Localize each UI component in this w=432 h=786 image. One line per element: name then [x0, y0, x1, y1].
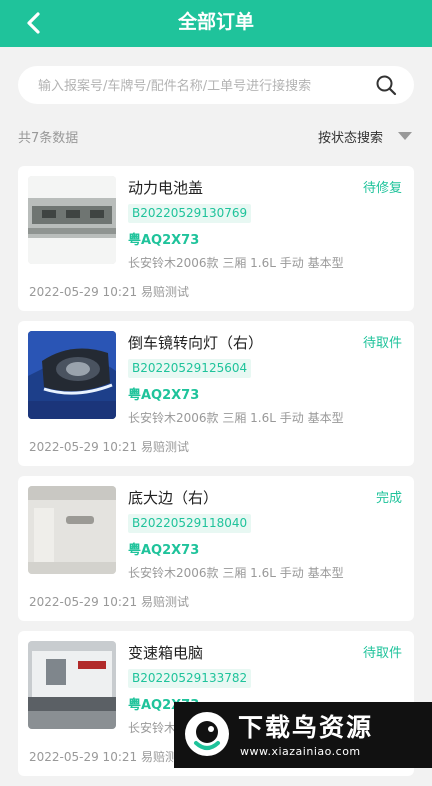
search-box — [18, 66, 414, 106]
page-title: 全部订单 — [177, 11, 254, 33]
license-plate: 粤AQ2X73 — [128, 543, 200, 558]
status-badge: 待修复 — [362, 181, 402, 196]
status-filter-button[interactable]: 按状态搜索 — [318, 127, 383, 146]
search-section — [0, 47, 432, 117]
bird-logo-icon — [185, 712, 229, 756]
order-date: 2022-05-29 10:21 易赔测试 — [29, 595, 189, 609]
status-badge: 完成 — [375, 491, 402, 506]
part-name: 动力电池盖 — [128, 179, 204, 197]
header-bar: 全部订单 — [0, 0, 432, 47]
part-photo — [28, 486, 116, 574]
license-plate: 粤AQ2X73 — [128, 388, 200, 403]
order-date: 2022-05-29 10:21 易赔测试 — [29, 750, 189, 764]
part-photo — [28, 331, 116, 419]
search-input[interactable] — [36, 66, 370, 106]
caret-down-icon[interactable] — [398, 131, 412, 141]
vehicle-model: 长安铃木2006款 三厢 1.6L 手动 基本型 — [128, 256, 344, 270]
order-number: B20220529118040 — [128, 514, 252, 533]
part-name: 倒车镜转向灯（右） — [128, 334, 264, 352]
order-card[interactable]: 底大边（右） 完成 B20220529118040 粤AQ2X73 长安铃木20… — [18, 476, 414, 621]
order-date: 2022-05-29 10:21 易赔测试 — [29, 440, 189, 454]
order-list: 动力电池盖 待修复 B20220529130769 粤AQ2X73 长安铃木20… — [18, 166, 414, 786]
order-number: B20220529125604 — [128, 359, 252, 378]
result-count: 共7条数据 — [18, 131, 79, 146]
order-card[interactable]: 动力电池盖 待修复 B20220529130769 粤AQ2X73 长安铃木20… — [18, 166, 414, 311]
watermark-banner: 下载鸟资源 www.xiazainiao.com — [174, 702, 432, 768]
watermark-url: www.xiazainiao.com — [240, 745, 361, 758]
watermark-title: 下载鸟资源 — [238, 713, 374, 742]
order-number: B20220529130769 — [128, 204, 252, 223]
part-name: 变速箱电脑 — [128, 644, 204, 662]
part-name: 底大边（右） — [128, 489, 219, 507]
order-card[interactable]: 倒车镜转向灯（右） 待取件 B20220529125604 粤AQ2X73 长安… — [18, 321, 414, 466]
order-number: B20220529133782 — [128, 669, 252, 688]
status-badge: 待取件 — [362, 646, 402, 661]
status-badge: 待取件 — [362, 336, 402, 351]
license-plate: 粤AQ2X73 — [128, 233, 200, 248]
order-date: 2022-05-29 10:21 易赔测试 — [29, 285, 189, 299]
part-photo — [28, 641, 116, 729]
search-icon[interactable] — [375, 74, 397, 96]
vehicle-model: 长安铃木2006款 三厢 1.6L 手动 基本型 — [128, 566, 344, 580]
part-photo — [28, 176, 116, 264]
vehicle-model: 长安铃木2006款 三厢 1.6L 手动 基本型 — [128, 411, 344, 425]
